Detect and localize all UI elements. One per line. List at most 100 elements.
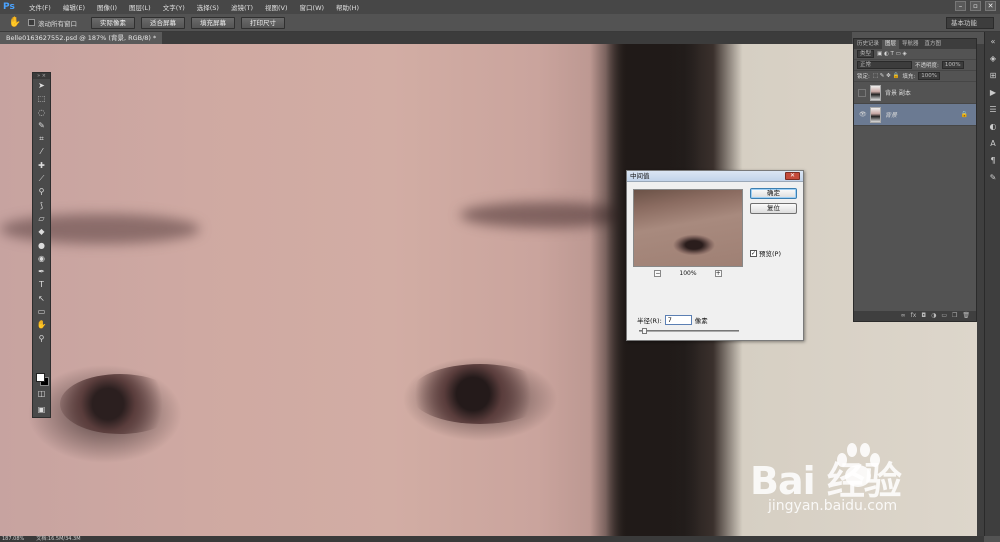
paint-bucket-tool-icon[interactable]: ◆ [33, 225, 50, 238]
menu-layer[interactable]: 图层(L) [123, 2, 157, 12]
fx-icon[interactable]: fx [911, 311, 917, 321]
group-icon[interactable]: ▭ [941, 311, 947, 321]
zoom-readout[interactable]: 187.08% [2, 536, 24, 542]
layer-thumbnail [870, 106, 881, 123]
menu-select[interactable]: 选择(S) [191, 2, 225, 12]
menu-file[interactable]: 文件(F) [23, 2, 57, 12]
filter-icons[interactable]: ▣ ◐ T ▭ ◈ [877, 51, 907, 57]
zoom-out-button[interactable]: − [654, 270, 662, 277]
tab-histogram[interactable]: 直方图 [922, 40, 945, 49]
actual-pixels-button[interactable]: 实际像素 [91, 16, 135, 29]
trash-icon[interactable]: 🗑 [962, 311, 970, 321]
new-layer-icon[interactable]: ❐ [952, 311, 957, 321]
fill-screen-button[interactable]: 填充屏幕 [191, 16, 235, 29]
layer-kind-select[interactable]: 类型 [857, 50, 875, 58]
character-dock-icon[interactable]: A [986, 137, 1000, 151]
reset-button[interactable]: 复位 [750, 203, 797, 214]
screen-mode-icon[interactable]: ▣ [33, 403, 50, 416]
layer-row-background-copy[interactable]: 背景 副本 [854, 82, 976, 104]
quick-select-tool-icon[interactable]: ✎ [33, 119, 50, 132]
radius-slider[interactable] [639, 328, 739, 334]
eye-icon[interactable]: 👁 [858, 111, 867, 119]
print-size-button[interactable]: 打印尺寸 [241, 16, 285, 29]
blend-mode-select[interactable]: 正常 [857, 61, 912, 69]
tab-navigator[interactable]: 导航器 [899, 40, 922, 49]
lock-icon: 🔒 [960, 111, 968, 118]
eyedropper-tool-icon[interactable]: ⁄ [33, 145, 50, 158]
fit-screen-button[interactable]: 适合屏幕 [141, 16, 185, 29]
window-controls: – ▫ ✕ [955, 1, 996, 11]
dock-collapse-icon[interactable]: « [986, 35, 1000, 49]
link-layers-icon[interactable]: ∞ [901, 311, 906, 321]
ok-button[interactable]: 确定 [750, 188, 797, 199]
canvas-vertical-scrollbar[interactable] [977, 44, 984, 536]
healing-brush-tool-icon[interactable]: ✚ [33, 159, 50, 172]
radius-unit: 像素 [694, 317, 708, 325]
blur-tool-icon[interactable]: ● [33, 239, 50, 252]
menu-help[interactable]: 帮助(H) [330, 2, 365, 12]
hand-tool-icon[interactable]: ✋ [8, 16, 22, 30]
dialog-close-icon[interactable]: ✕ [785, 172, 800, 180]
brush-tool-icon[interactable]: ⟋ [33, 172, 50, 185]
document-tab[interactable]: Belle0163627552.psd @ 187% (背景, RGB/8) * [0, 32, 163, 44]
layer-row-background[interactable]: 👁 背景 🔒 [854, 104, 976, 126]
layers-panel: 历史记录 图层 导航器 直方图 类型 ▣ ◐ T ▭ ◈ 正常 不透明度: 10… [853, 38, 977, 322]
hand-tool-icon[interactable]: ✋ [33, 318, 50, 331]
adjustments-dock-icon[interactable]: ◐ [986, 120, 1000, 134]
panel-tabs: 历史记录 图层 导航器 直方图 [854, 39, 976, 49]
close-button[interactable]: ✕ [985, 1, 996, 11]
foreground-color-swatch[interactable] [36, 373, 45, 382]
checkbox-box[interactable] [28, 19, 35, 26]
workspace-select[interactable]: 基本功能 [946, 17, 994, 29]
paragraph-dock-icon[interactable]: ¶ [986, 154, 1000, 168]
maximize-button[interactable]: ▫ [970, 1, 981, 11]
lock-row: 锁定: ⬚ ✎ ✥ 🔒 填充: 100% [854, 71, 976, 82]
zoom-tool-icon[interactable]: ⚲ [33, 332, 50, 345]
opacity-field[interactable]: 100% [941, 61, 964, 69]
crop-tool-icon[interactable]: ⌗ [33, 132, 50, 145]
opacity-label: 不透明度: [915, 63, 939, 69]
tab-history[interactable]: 历史记录 [854, 40, 882, 49]
history-dock-icon[interactable]: ⊞ [986, 69, 1000, 83]
brush-presets-dock-icon[interactable]: ✎ [986, 171, 1000, 185]
properties-dock-icon[interactable]: ☰ [986, 103, 1000, 117]
clone-stamp-tool-icon[interactable]: ⚲ [33, 185, 50, 198]
shape-tool-icon[interactable]: ▭ [33, 305, 50, 318]
check-icon[interactable]: ✓ [750, 249, 757, 257]
visibility-toggle[interactable] [858, 88, 866, 97]
path-select-tool-icon[interactable]: ↖ [33, 292, 50, 305]
menu-window[interactable]: 窗口(W) [294, 2, 331, 12]
dodge-tool-icon[interactable]: ◉ [33, 252, 50, 265]
layers-panel-footer: ∞ fx ◘ ◑ ▭ ❐ 🗑 [854, 311, 976, 321]
filter-preview[interactable] [633, 189, 743, 267]
quick-mask-icon[interactable]: ◫ [33, 387, 50, 400]
lock-icons[interactable]: ⬚ ✎ ✥ 🔒 [873, 73, 900, 79]
preview-checkbox[interactable]: ✓ 预览(P) [750, 248, 781, 258]
minimize-button[interactable]: – [955, 1, 966, 11]
radius-slider-thumb[interactable] [641, 328, 647, 334]
menu-type[interactable]: 文字(Y) [157, 2, 191, 12]
add-mask-icon[interactable]: ◘ [921, 311, 926, 321]
type-tool-icon[interactable]: T [33, 278, 50, 291]
marquee-tool-icon[interactable]: ⬚ [33, 92, 50, 105]
preview-zoom-level: 100% [679, 270, 697, 277]
fill-field[interactable]: 100% [918, 72, 940, 80]
menu-edit[interactable]: 编辑(E) [57, 2, 91, 12]
layers-dock-icon[interactable]: ◈ [986, 52, 1000, 66]
menu-filter[interactable]: 滤镜(T) [225, 2, 259, 12]
adjustment-layer-icon[interactable]: ◑ [931, 311, 936, 321]
move-tool-icon[interactable]: ➤ [33, 79, 50, 92]
eraser-tool-icon[interactable]: ▱ [33, 212, 50, 225]
menu-view[interactable]: 视图(V) [259, 2, 294, 12]
zoom-in-button[interactable]: + [714, 270, 722, 277]
radius-label: 半径(R): [637, 317, 662, 325]
pen-tool-icon[interactable]: ✒ [33, 265, 50, 278]
scroll-all-windows-checkbox[interactable]: 滚动所有窗口 [28, 18, 77, 28]
layer-name: 背景 副本 [885, 90, 911, 97]
actions-dock-icon[interactable]: ▶ [986, 86, 1000, 100]
radius-input[interactable]: 7 [664, 315, 692, 325]
lasso-tool-icon[interactable]: ◌ [33, 106, 50, 119]
menu-image[interactable]: 图像(I) [91, 2, 123, 12]
history-brush-tool-icon[interactable]: ⟆ [33, 199, 50, 212]
tab-layers[interactable]: 图层 [882, 40, 900, 49]
